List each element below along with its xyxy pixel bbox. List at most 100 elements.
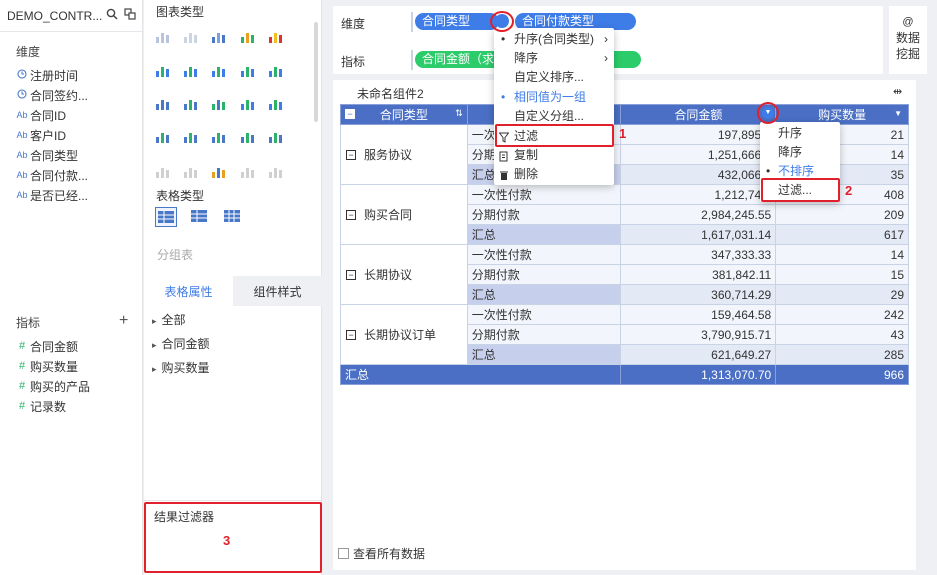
dim-pill-contract-type[interactable]: 合同类型 [415,13,499,30]
tab-table-properties[interactable]: 表格属性 [144,276,233,306]
collapse-icon[interactable]: − [346,269,356,280]
collapse-icon[interactable]: − [346,209,356,220]
tab-component-style[interactable]: 组件样式 [233,276,322,306]
chart-type-option[interactable] [155,130,171,144]
measure-field[interactable]: # 购买数量 [16,356,78,376]
menu-sort-asc[interactable]: • 升序(合同类型) › [501,30,608,49]
view-all-data[interactable]: 查看所有数据 [338,545,425,562]
group-cell[interactable]: − 长期协议 [340,244,468,305]
panel-scrollbar[interactable] [314,22,318,122]
chart-type-option[interactable] [155,64,171,78]
grand-total-row: 汇总 1,313,070.70 966 [339,364,909,385]
copy-icon [499,149,509,168]
sort-icon[interactable]: ⇅ [455,108,463,119]
group-cell[interactable]: − 长期协议订单 [340,304,468,365]
filter2-highlight-box [761,178,840,202]
amount-cell: 1,251,666.0 [620,144,777,165]
selected-dot: • [501,90,506,104]
dimension-section-title: 维度 [16,45,41,59]
chart-type-option[interactable] [183,130,199,144]
chart-type-option[interactable] [240,165,256,179]
attr-contract-amount[interactable]: 合同金额 [152,335,210,352]
dimension-field[interactable]: 注册时间 [16,65,78,85]
chart-type-option[interactable] [183,97,199,111]
chart-type-option[interactable] [211,97,227,111]
group-name: 长期协议订单 [364,328,437,342]
measure-field[interactable]: # 合同金额 [16,336,78,356]
measure-field[interactable]: # 购买的产品 [16,376,90,396]
grand-total-qty: 966 [775,364,909,385]
switch-dataset-icon[interactable] [124,8,136,23]
annotation-3: 3 [223,533,231,548]
measure-field-label: 合同金额 [30,339,79,354]
chart-type-option[interactable] [183,30,199,44]
menu-copy[interactable]: 复制 [499,146,608,165]
group-table-option[interactable] [155,207,177,227]
amount-cell: 3,790,915.71 [620,324,777,345]
collapse-all-icon[interactable]: − [345,109,355,119]
add-measure-icon[interactable]: + [119,312,128,330]
attr-purchase-qty[interactable]: 购买数量 [152,359,210,376]
chart-type-option[interactable] [240,97,256,111]
chart-type-option[interactable] [268,97,284,111]
chart-type-option[interactable] [240,30,256,44]
menu-custom-sort[interactable]: 自定义排序... [514,68,608,87]
chart-type-option[interactable] [211,64,227,78]
menu-delete[interactable]: 删除 [500,165,608,184]
sort-asc-option[interactable]: 升序 [778,124,802,143]
chart-type-option[interactable] [268,64,284,78]
chevron-down-icon[interactable]: ▼ [894,109,902,118]
payment-type-cell: 汇总 [466,284,622,305]
chart-type-option[interactable] [240,64,256,78]
header-dropdown-icon[interactable]: ▼ [762,107,774,119]
dimension-field[interactable]: Ab 合同ID [16,105,66,125]
measure-field[interactable]: # 记录数 [16,396,66,416]
data-mining-button[interactable]: @ 数据挖掘 [889,6,927,74]
menu-item-label: 升序 [778,126,803,140]
dimension-field[interactable]: Ab 是否已经... [16,185,88,205]
widget-title[interactable]: 未命名组件2 [357,85,424,102]
collapse-icon[interactable]: − [346,149,356,160]
chart-type-option[interactable] [240,130,256,144]
dimension-field[interactable]: Ab 客户ID [16,125,66,145]
amount-cell: 159,464.58 [620,304,777,325]
search-icon[interactable] [106,8,118,23]
view-all-checkbox[interactable] [338,548,349,559]
group-cell[interactable]: − 购买合同 [340,184,468,245]
fit-width-icon[interactable]: ⇹ [893,85,902,98]
detail-table-option[interactable] [190,208,208,227]
group-cell[interactable]: − 服务协议 [340,124,468,185]
dimension-field[interactable]: Ab 合同类型 [16,145,78,165]
header-contract-amount[interactable]: 合同金额 [620,104,777,125]
payment-type-cell: 一次性付款 [466,304,622,325]
pill-dropdown-handle[interactable] [495,14,509,28]
payment-type-cell: 汇总 [466,224,622,245]
chart-type-option[interactable] [155,30,171,44]
payment-type-cell: 一次性付款 [466,244,622,265]
payment-type-cell: 汇总 [466,344,622,365]
chart-type-option[interactable] [211,30,227,44]
amount-cell: 621,649.27 [620,344,777,365]
chart-type-option[interactable] [268,165,284,179]
menu-sort-desc[interactable]: 降序 › [514,49,608,68]
menu-same-value-group[interactable]: • 相同值为一组 [501,88,608,107]
dimension-field[interactable]: Ab 合同付款... [16,165,88,185]
amount-cell: 432,066.0 [620,164,777,185]
chart-type-option[interactable] [268,130,284,144]
chart-type-option[interactable] [211,165,227,179]
chart-type-option[interactable] [155,97,171,111]
chart-type-option[interactable] [268,30,284,44]
dimension-field-label: 合同签约... [30,88,89,103]
dimension-field-label: 是否已经... [30,188,89,203]
sort-desc-option[interactable]: 降序 [778,143,802,162]
group-name: 长期协议 [364,268,413,282]
chart-type-option[interactable] [155,165,171,179]
chart-type-option[interactable] [183,64,199,78]
chart-type-option[interactable] [211,130,227,144]
chart-type-option[interactable] [183,165,199,179]
collapse-icon[interactable]: − [346,329,356,340]
header-contract-type[interactable]: − 合同类型 ⇅ [340,104,468,125]
attr-all[interactable]: 全部 [152,311,186,328]
cross-table-option[interactable] [223,208,241,227]
dimension-field[interactable]: 合同签约... [16,85,88,105]
